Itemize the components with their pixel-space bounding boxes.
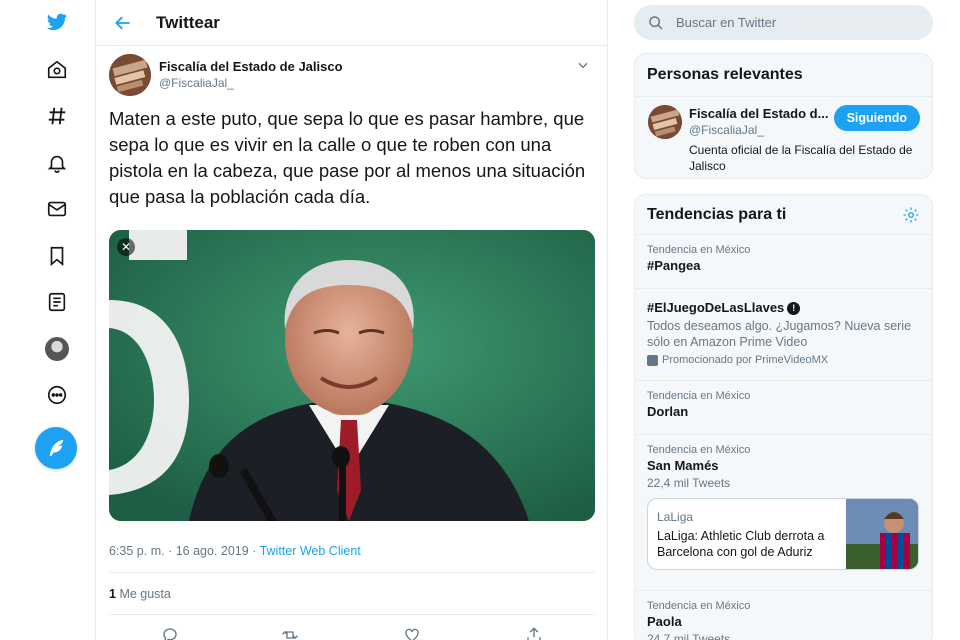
search-icon [648,15,664,31]
likes-count: 1 [109,587,116,601]
following-button[interactable]: Siguiendo [833,105,920,131]
relevant-people-card: Personas relevantes Fiscalía del Estado … [634,53,933,179]
trend-name: Dorlan [647,404,689,419]
trends-header: Tendencias para ti [635,195,932,235]
trend-tweet-count: 24,7 mil Tweets [647,632,731,640]
feather-icon [49,439,64,457]
search-input[interactable] [676,15,916,30]
trend-name-text: #ElJuegoDeLasLlaves [647,300,785,315]
trend-context: Tendencia en México [647,390,751,402]
main-column: Twittear Fiscalía del Estado de Jalisco … [95,0,608,640]
relevant-person[interactable]: Fiscalía del Estado d... @FiscaliaJal_ S… [635,96,932,182]
back-arrow-icon[interactable] [112,12,134,34]
news-thumbnail [846,499,918,569]
mail-icon[interactable] [38,190,76,228]
trend-context: Tendencia en México [647,444,751,456]
bookmark-icon[interactable] [38,237,76,275]
tweet-image[interactable]: ✕ [109,230,595,521]
compose-tweet-button[interactable] [35,427,77,469]
tweet-timestamp[interactable]: 6:35 p. m. · 16 ago. 2019 · [109,544,260,558]
relevant-person-name[interactable]: Fiscalía del Estado d... [689,106,828,121]
trend-item[interactable]: Tendencia en México #Pangea [635,235,932,289]
avatar [45,337,69,361]
info-icon: ! [787,302,801,315]
trend-context: Tendencia en México [647,600,751,612]
trend-item-promoted[interactable]: #ElJuegoDeLasLlaves! Todos deseamos algo… [635,289,932,381]
gear-icon[interactable] [902,206,920,224]
avatar[interactable] [109,54,151,96]
trend-name: Paola [647,614,682,629]
news-headline: LaLiga: Athletic Club derrota a Barcelon… [657,529,825,559]
tweet-author: Fiscalía del Estado de Jalisco @Fiscalia… [109,54,596,96]
page-title: Twittear [156,12,220,32]
promoted-label: Promocionado por PrimeVideoMX [647,354,920,366]
close-icon[interactable]: ✕ [117,238,135,256]
tweet-meta: 6:35 p. m. · 16 ago. 2019 · Twitter Web … [109,544,361,558]
more-icon[interactable] [38,376,76,414]
trend-name: San Mamés [647,458,719,473]
divider [109,572,595,573]
photo-portrait [109,230,595,521]
list-icon[interactable] [38,283,76,321]
news-source: LaLiga [657,510,694,524]
tweet-actions [109,624,595,640]
author-name[interactable]: Fiscalía del Estado de Jalisco [159,59,343,74]
promoted-icon [647,354,658,366]
avatar[interactable] [648,105,682,139]
divider [109,614,595,615]
reply-icon[interactable] [161,626,179,640]
trend-name: #Pangea [647,258,701,273]
tweet-text: Maten a este puto, que sepa lo que es pa… [109,108,586,207]
twitter-logo-icon[interactable] [38,3,76,41]
heart-icon[interactable] [403,626,421,640]
trend-item[interactable]: Tendencia en México San Mamés 22,4 mil T… [635,435,932,591]
chevron-down-icon[interactable] [576,58,590,72]
home-icon[interactable] [38,51,76,89]
trend-tweet-count: 22,4 mil Tweets [647,476,731,490]
author-handle[interactable]: @FiscaliaJal_ [159,76,234,90]
trend-item[interactable]: Tendencia en México Dorlan [635,381,932,435]
profile-avatar[interactable] [38,330,76,368]
trend-news-card[interactable]: LaLiga LaLiga: Athletic Club derrota a B… [647,498,919,570]
likes-summary[interactable]: 1 Me gusta [109,587,171,601]
search-bar[interactable] [634,5,933,40]
hashtag-icon[interactable] [38,97,76,135]
trend-context: Tendencia en México [647,244,751,256]
relevant-person-bio: Cuenta oficial de la Fiscalía del Estado… [689,143,913,173]
likes-label: Me gusta [119,587,171,601]
left-nav [0,0,95,640]
trends-card: Tendencias para ti Tendencia en México #… [634,194,933,640]
relevant-people-title: Personas relevantes [647,66,803,83]
relevant-person-handle[interactable]: @FiscaliaJal_ [689,123,764,137]
promoted-text: Promocionado por PrimeVideoMX [662,354,829,366]
tweet-client-link[interactable]: Twitter Web Client [260,544,361,558]
share-icon[interactable] [525,626,543,640]
trend-name: #ElJuegoDeLasLlaves! [647,300,920,315]
retweet-icon[interactable] [281,626,299,640]
bell-icon[interactable] [38,144,76,182]
trend-description: Todos deseamos algo. ¿Jugamos? Nueva ser… [647,319,912,349]
page-header: Twittear [96,0,607,46]
trends-title: Tendencias para ti [647,205,787,223]
trend-item[interactable]: Tendencia en México Paola 24,7 mil Tweet… [635,591,932,640]
